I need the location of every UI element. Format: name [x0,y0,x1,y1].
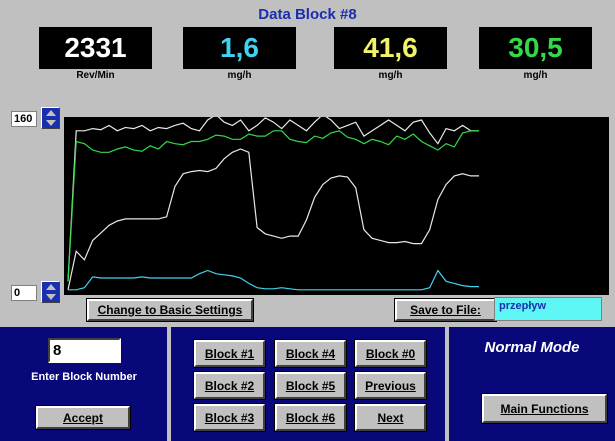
block-1-button[interactable]: Block #1 [194,340,265,367]
chart-background [64,117,609,295]
block-3-label: Block #3 [204,410,255,425]
flow1-readout: 1,6 [183,27,296,69]
mode-label: Normal Mode [484,339,580,356]
next-label: Next [377,410,404,425]
next-button[interactable]: Next [355,404,426,431]
previous-button[interactable]: Previous [355,372,426,399]
block-6-label: Block #6 [285,410,336,425]
block-2-button[interactable]: Block #2 [194,372,265,399]
rpm-readout: 2331 [39,27,152,69]
arrow-up-icon[interactable] [42,108,59,118]
arrow-down-icon[interactable] [42,118,59,128]
arrow-down-icon[interactable] [42,292,59,302]
save-to-file-label: Save to File: [410,303,481,317]
data-chart [64,117,609,295]
change-basic-settings-label: Change to Basic Settings [97,303,243,317]
main-functions-button[interactable]: Main Functions [482,394,607,423]
block-5-label: Block #5 [285,378,336,393]
main-functions-label: Main Functions [500,401,589,416]
flow3-readout: 30,5 [479,27,592,69]
block-0-label: Block #0 [365,346,416,361]
panel-divider [167,327,171,441]
accept-label: Accept [62,410,103,425]
enter-block-label: Enter Block Number [31,371,137,383]
rpm-unit-label: Rev/Min [76,70,115,81]
previous-label: Previous [365,378,416,393]
block-6-button[interactable]: Block #6 [275,404,346,431]
block-number-input[interactable]: 8 [48,338,121,363]
ymin-field[interactable]: 0 [11,285,37,301]
accept-button[interactable]: Accept [36,406,130,429]
save-to-file-button[interactable]: Save to File: [395,299,496,321]
block-0-button[interactable]: Block #0 [355,340,426,367]
change-basic-settings-button[interactable]: Change to Basic Settings [87,299,253,321]
flow2-readout: 41,6 [334,27,447,69]
block-1-label: Block #1 [204,346,255,361]
flow3-unit-label: mg/h [523,70,548,81]
block-4-label: Block #4 [285,346,336,361]
block-2-label: Block #2 [204,378,255,393]
ymin-spinner[interactable] [41,281,60,303]
flow2-unit-label: mg/h [378,70,403,81]
block-4-button[interactable]: Block #4 [275,340,346,367]
page-title: Data Block #8 [258,6,357,23]
block-3-button[interactable]: Block #3 [194,404,265,431]
save-filename-input[interactable]: przepływ [494,297,602,321]
ymax-field[interactable]: 160 [11,111,37,127]
flow1-unit-label: mg/h [227,70,252,81]
ymax-spinner[interactable] [41,107,60,129]
arrow-up-icon[interactable] [42,282,59,292]
block-5-button[interactable]: Block #5 [275,372,346,399]
